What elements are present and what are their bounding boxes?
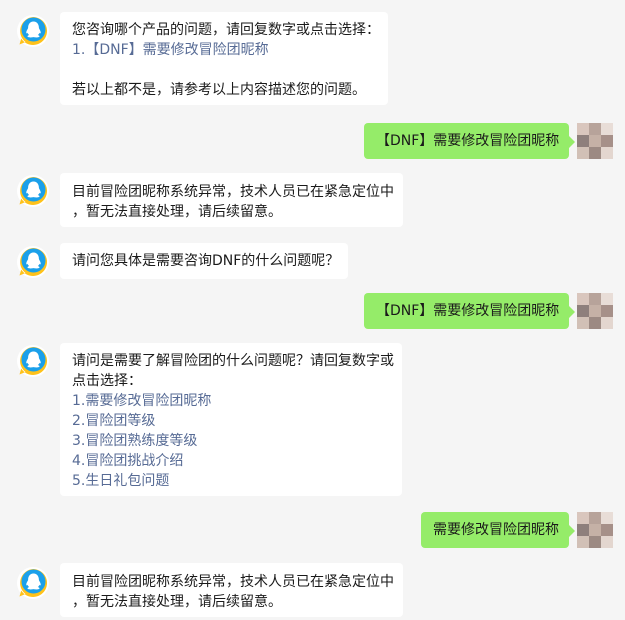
message-text: 需要修改冒险团昵称 bbox=[433, 522, 559, 538]
option-link[interactable]: 3.冒险团熟练度等级 bbox=[72, 431, 390, 451]
message-text: 目前冒险团昵称系统异常，技术人员已在紧急定位中 bbox=[72, 184, 394, 200]
service-avatar-icon[interactable] bbox=[16, 174, 50, 208]
message-text: 您咨询哪个产品的问题，请回复数字或点击选择： bbox=[72, 22, 380, 38]
service-avatar-icon[interactable] bbox=[16, 245, 50, 279]
option-link[interactable]: 2.冒险团等级 bbox=[72, 411, 390, 431]
user-bubble: 需要修改冒险团昵称 bbox=[421, 512, 575, 548]
message-text: ，暂无法直接处理，请后续留意。 bbox=[72, 594, 282, 610]
service-bubble: 您咨询哪个产品的问题，请回复数字或点击选择： 1.【DNF】需要修改冒险团昵称 … bbox=[60, 12, 388, 105]
message-text: 【DNF】需要修改冒险团昵称 bbox=[376, 133, 560, 149]
option-link[interactable]: 4.冒险团挑战介绍 bbox=[72, 451, 390, 471]
service-bubble: 目前冒险团昵称系统异常，技术人员已在紧急定位中 ，暂无法直接处理，请后续留意。 bbox=[60, 563, 403, 617]
user-avatar[interactable] bbox=[577, 512, 613, 548]
option-link[interactable]: 1.【DNF】需要修改冒险团昵称 bbox=[72, 40, 376, 60]
message-text: ，暂无法直接处理，请后续留意。 bbox=[72, 204, 282, 220]
user-avatar[interactable] bbox=[577, 123, 613, 159]
service-avatar-icon[interactable] bbox=[16, 566, 50, 600]
user-avatar[interactable] bbox=[577, 293, 613, 329]
message-text: 请问您具体是需要咨询DNF的什么问题呢？ bbox=[72, 253, 340, 269]
service-avatar-icon[interactable] bbox=[16, 344, 50, 378]
option-link[interactable]: 5.生日礼包问题 bbox=[72, 471, 390, 491]
service-bubble: 请问您具体是需要咨询DNF的什么问题呢？ bbox=[60, 243, 348, 279]
message-text: 【DNF】需要修改冒险团昵称 bbox=[376, 303, 560, 319]
message-text: 点击选择： bbox=[72, 373, 142, 389]
option-link[interactable]: 1.需要修改冒险团昵称 bbox=[72, 391, 390, 411]
service-avatar-icon[interactable] bbox=[16, 14, 50, 48]
user-bubble: 【DNF】需要修改冒险团昵称 bbox=[364, 123, 575, 159]
message-text: 若以上都不是，请参考以上内容描述您的问题。 bbox=[72, 82, 366, 98]
service-bubble: 目前冒险团昵称系统异常，技术人员已在紧急定位中 ，暂无法直接处理，请后续留意。 bbox=[60, 173, 403, 227]
user-bubble: 【DNF】需要修改冒险团昵称 bbox=[364, 293, 575, 329]
message-text: 请问是需要了解冒险团的什么问题呢？请回复数字或 bbox=[72, 353, 394, 369]
message-text: 目前冒险团昵称系统异常，技术人员已在紧急定位中 bbox=[72, 574, 394, 590]
service-bubble: 请问是需要了解冒险团的什么问题呢？请回复数字或 点击选择： 1.需要修改冒险团昵… bbox=[60, 343, 402, 496]
